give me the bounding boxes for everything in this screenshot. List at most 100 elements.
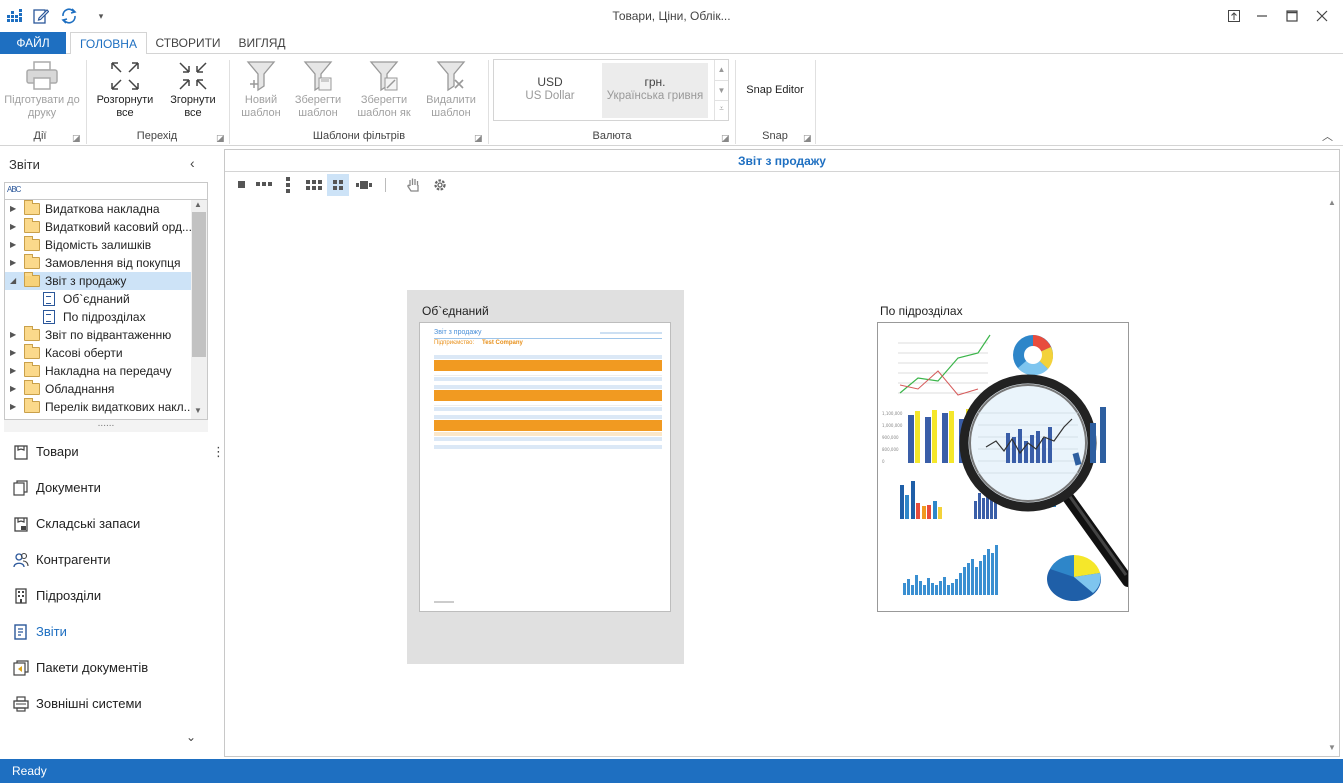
tree-scrollbar[interactable]: ▲ ▼ [191, 200, 207, 419]
tree-node[interactable]: ▶ Замовлення від покупця [5, 254, 191, 272]
nav-reports[interactable]: Звіти [10, 614, 210, 650]
report-icon [43, 310, 55, 324]
tree-node-selected[interactable]: ◢ Звіт з продажу [5, 272, 191, 290]
expand-all-button[interactable]: Розгорнути все [92, 58, 158, 120]
expand-arrow-icon[interactable]: ▶ [10, 344, 16, 362]
thumb-company: Test Company [482, 340, 523, 346]
collapse-all-button[interactable]: Згорнути все [162, 58, 224, 120]
ribbon-tabs: ФАЙЛ ГОЛОВНА СТВОРИТИ ВИГЛЯД [0, 32, 1343, 55]
close-button[interactable] [1305, 4, 1339, 28]
filter-save-as-icon [352, 58, 416, 94]
reports-icon [14, 624, 27, 640]
expand-arrow-icon[interactable]: ▶ [10, 236, 16, 254]
folder-icon [24, 344, 40, 359]
collapse-arrow-icon[interactable]: ◢ [10, 272, 16, 290]
tab-file[interactable]: ФАЙЛ [0, 32, 66, 54]
view-carousel-icon[interactable] [353, 174, 375, 196]
currency-gallery: USD US Dollar грн. Українська гривня ▲ ▼… [493, 59, 729, 121]
snap-editor-button[interactable]: Snap Editor [740, 84, 810, 97]
folder-icon [24, 362, 40, 377]
save-template-button[interactable]: Зберегти шаблон [290, 58, 346, 120]
expand-arrow-icon[interactable]: ▶ [10, 362, 16, 380]
expand-arrow-icon[interactable]: ▶ [10, 398, 16, 416]
dialog-launcher-icon[interactable]: ◪ [72, 133, 81, 144]
dialog-launcher-icon[interactable]: ◪ [474, 133, 483, 144]
expand-arrow-icon[interactable]: ▶ [10, 218, 16, 236]
minimize-button[interactable] [1245, 4, 1279, 28]
dialog-launcher-icon[interactable]: ◪ [721, 133, 730, 144]
report-thumbnail: Звіт з продажу Підприємство: Test Compan… [419, 322, 671, 612]
tree-node-report[interactable]: Об`єднаний [5, 290, 191, 308]
nav-departments[interactable]: Підрозділи [10, 578, 210, 614]
new-template-button[interactable]: Новий шаблон [234, 58, 288, 120]
collapse-pane-icon[interactable]: ‹ [190, 155, 195, 171]
collapse-ribbon-icon[interactable]: ︿ [1322, 128, 1333, 144]
tree-node[interactable]: ▶ Обладнання [5, 380, 191, 398]
currency-scroll[interactable]: ▲ ▼ ⩡ [714, 60, 728, 120]
contractors-icon [13, 552, 29, 568]
chevron-down-icon[interactable]: ▼ [1328, 743, 1336, 752]
chevron-down-icon[interactable]: ⌄ [186, 730, 196, 744]
chevron-up-icon[interactable]: ▲ [1328, 198, 1336, 207]
pane-splitter[interactable]: ...... [4, 419, 208, 432]
tree-node[interactable]: ▶ Накладна на передачу [5, 362, 191, 380]
chevron-down-icon[interactable]: ▼ [715, 80, 728, 100]
tab-home[interactable]: ГОЛОВНА [70, 32, 147, 55]
documents-icon [13, 480, 28, 496]
group-label-navigation: Перехід [136, 130, 178, 142]
tree-search-row[interactable]: ABC [4, 182, 208, 200]
maximize-button[interactable] [1275, 4, 1309, 28]
expand-arrow-icon[interactable]: ▶ [10, 254, 16, 272]
view-column-icon[interactable] [277, 174, 299, 196]
main-scrollbar[interactable]: ▲ ▼ [1325, 198, 1339, 756]
stock-icon [14, 517, 28, 532]
svg-text:0: 0 [882, 459, 885, 464]
folder-icon [24, 380, 40, 395]
dialog-launcher-icon[interactable]: ◪ [216, 133, 225, 144]
settings-gear-icon[interactable] [429, 174, 451, 196]
expand-arrow-icon[interactable]: ▶ [10, 200, 16, 218]
report-thumbnail-image: 1,100,000 1,000,000 900,000 800,000 0 [877, 322, 1129, 612]
nav-contractors[interactable]: Контрагенти [10, 542, 210, 578]
chevron-up-icon[interactable]: ▲ [194, 200, 202, 209]
report-card-combined[interactable]: Об`єднаний Звіт з продажу Підприємство: … [407, 290, 684, 664]
chevron-up-icon[interactable]: ▲ [715, 60, 728, 80]
tab-view[interactable]: ВИГЛЯД [229, 32, 295, 54]
dialog-launcher-icon[interactable]: ◪ [803, 133, 812, 144]
currency-usd[interactable]: USD US Dollar [497, 63, 603, 118]
departments-icon [15, 588, 27, 604]
view-grid-icon[interactable] [303, 174, 325, 196]
expand-arrow-icon[interactable]: ▶ [10, 380, 16, 398]
view-row-icon[interactable] [253, 174, 275, 196]
nav-packages[interactable]: Пакети документів [10, 650, 210, 686]
tree-node[interactable]: ▶ Відомість залишків [5, 236, 191, 254]
tree-node[interactable]: ▶ Касові оберти [5, 344, 191, 362]
currency-uah[interactable]: грн. Українська гривня [602, 63, 708, 118]
gallery-more-icon[interactable]: ⩡ [715, 100, 728, 118]
reports-tree: ▶ Видаткова накладна ▶ Видатковий касовий … [4, 200, 208, 420]
report-card-by-departments[interactable]: По підрозділах 1,100,000 1,000,000 900,000… [865, 290, 1142, 630]
tab-create[interactable]: СТВОРИТИ [150, 32, 226, 54]
nav-goods[interactable]: Товари ⋮ [10, 434, 225, 470]
report-card-title: По підрозділах [880, 304, 963, 318]
chevron-down-icon[interactable]: ▼ [194, 406, 202, 415]
view-tiles-icon[interactable] [327, 174, 349, 196]
tree-node[interactable]: ▶ Видаткова накладна [5, 200, 191, 218]
tree-node[interactable]: ▶ Видатковий касовий орд... [5, 218, 191, 236]
save-template-as-button[interactable]: Зберегти шаблон як [352, 58, 416, 120]
printer-icon [4, 58, 80, 94]
nav-documents[interactable]: Документи [10, 470, 210, 506]
main-pane-title: Звіт з продажу [225, 150, 1339, 172]
print-prepare-button[interactable]: Підготувати до друку [4, 58, 80, 120]
pan-hand-icon[interactable] [403, 174, 425, 196]
delete-template-button[interactable]: Видалити шаблон [420, 58, 482, 120]
tree-node[interactable]: ▶ Звіт по відвантаженню [5, 326, 191, 344]
view-small-icon[interactable] [231, 174, 253, 196]
tree-node[interactable]: ▶ Перелік видаткових накл... [5, 398, 191, 416]
svg-text:1,100,000: 1,100,000 [882, 411, 903, 416]
nav-external-systems[interactable]: Зовнішні системи [10, 686, 210, 722]
tree-node-report[interactable]: По підрозділах [5, 308, 191, 326]
tree-scroll-thumb[interactable] [192, 212, 206, 357]
nav-stock[interactable]: Складські запаси [10, 506, 210, 542]
expand-arrow-icon[interactable]: ▶ [10, 326, 16, 344]
